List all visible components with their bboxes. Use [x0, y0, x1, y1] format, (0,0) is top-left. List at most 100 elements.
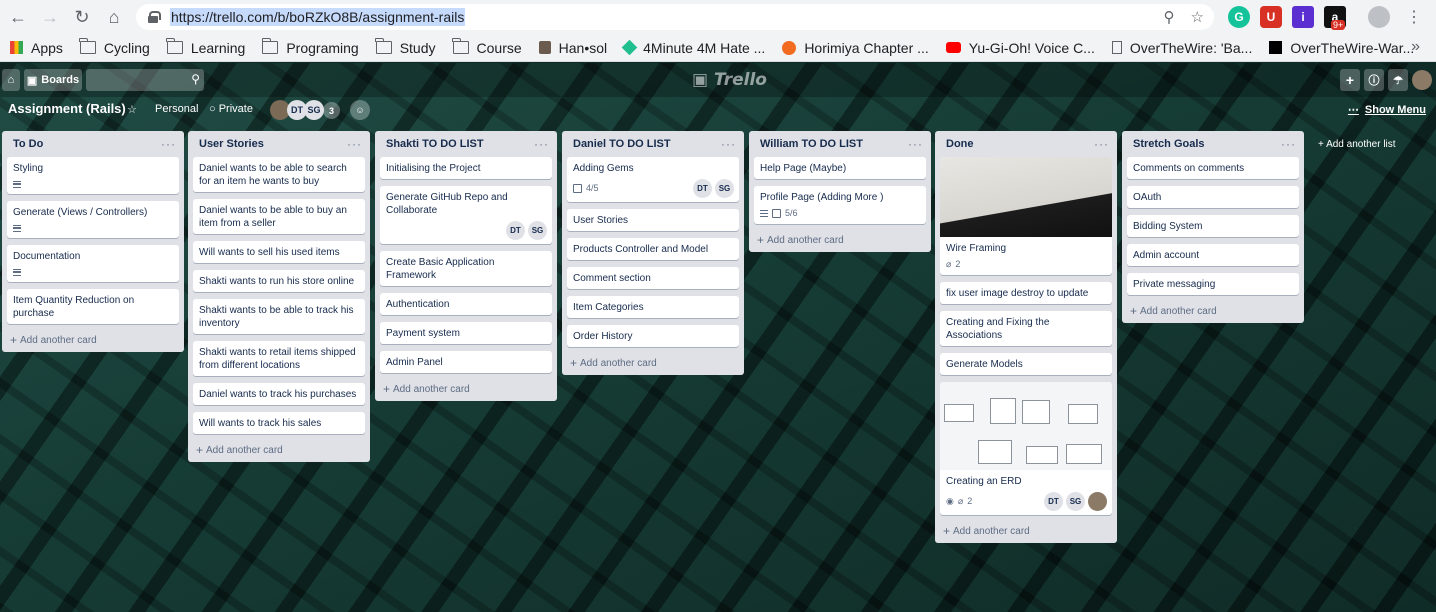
show-menu-link[interactable]: ⋯ Show Menu [1348, 103, 1426, 116]
bookmark-horimiya[interactable]: Horimiya Chapter ... [782, 40, 929, 56]
add-card-button[interactable]: + Add another card [7, 328, 179, 352]
zoom-icon[interactable]: ⚲ [1164, 8, 1175, 26]
member-avatar-sg[interactable]: SG [304, 100, 324, 120]
bookmark-study[interactable]: Study [375, 38, 436, 56]
back-icon[interactable]: ← [2, 1, 34, 33]
add-card-button[interactable]: + Add another card [754, 228, 926, 252]
bookmarks-more-icon[interactable]: » [1411, 38, 1420, 56]
forward-icon[interactable]: → [34, 1, 66, 33]
card[interactable]: Private messaging [1127, 273, 1299, 295]
list-menu-icon[interactable]: ··· [908, 137, 923, 151]
trello-logo[interactable]: ▣ Trello [692, 70, 767, 90]
bookmark-star-icon[interactable]: ☆ [1191, 8, 1204, 26]
user-avatar[interactable] [1412, 70, 1432, 90]
bookmark-course[interactable]: Course [452, 38, 522, 56]
card[interactable]: Generate (Views / Controllers) [7, 201, 179, 238]
card[interactable]: OAuth [1127, 186, 1299, 208]
visibility-button[interactable]: ○ Private [209, 103, 253, 115]
card[interactable]: Payment system [380, 322, 552, 344]
star-icon[interactable]: ☆ [127, 103, 137, 116]
invite-member-icon[interactable]: ☺ [350, 100, 370, 120]
notifications-bell-icon[interactable]: ☂ [1388, 69, 1408, 91]
board-search-input[interactable]: ⚲ [86, 69, 204, 91]
card[interactable]: Shakti wants to retail items shipped fro… [193, 341, 365, 376]
list-title[interactable]: Done [946, 138, 974, 150]
list-title[interactable]: Stretch Goals [1133, 138, 1205, 150]
list-title[interactable]: William TO DO LIST [760, 138, 863, 150]
create-button[interactable]: + [1340, 69, 1360, 91]
add-card-button[interactable]: + Add another card [1127, 299, 1299, 323]
bookmark-yugioh[interactable]: Yu-Gi-Oh! Voice C... [945, 40, 1095, 56]
card[interactable]: fix user image destroy to update [940, 282, 1112, 304]
team-button[interactable]: Personal [155, 103, 198, 115]
adblock-extension-icon[interactable]: U [1260, 6, 1282, 28]
card-member-avatar[interactable]: DT [506, 221, 525, 240]
card-member-avatar-photo[interactable] [1088, 492, 1107, 511]
home-icon[interactable]: ⌂ [98, 1, 130, 33]
add-card-button[interactable]: + Add another card [380, 377, 552, 401]
card[interactable]: Adding Gems 4/5 DT SG [567, 157, 739, 202]
bookmark-overthewire-wargames[interactable]: OverTheWire-War... [1269, 40, 1414, 56]
card-member-avatar[interactable]: DT [1044, 492, 1063, 511]
card[interactable]: Styling [7, 157, 179, 194]
card-member-avatar[interactable]: SG [528, 221, 547, 240]
card[interactable]: Admin account [1127, 244, 1299, 266]
info-button[interactable]: ⓘ [1364, 69, 1384, 91]
browser-menu-icon[interactable]: ⋮ [1406, 7, 1422, 27]
card[interactable]: Item Quantity Reduction on purchase [7, 289, 179, 324]
card[interactable]: Wire Framing ⌀ 2 [940, 157, 1112, 275]
bookmark-apps[interactable]: Apps [10, 40, 63, 56]
card[interactable]: Documentation [7, 245, 179, 282]
card[interactable]: Authentication [380, 293, 552, 315]
card[interactable]: Generate GitHub Repo and Collaborate DT SG [380, 186, 552, 244]
card[interactable]: Profile Page (Adding More ) 5/6 [754, 186, 926, 224]
card[interactable]: Creating an ERD ◉ ⌀ 2 DT SG [940, 382, 1112, 515]
add-card-button[interactable]: + Add another card [193, 438, 365, 462]
card[interactable]: Products Controller and Model [567, 238, 739, 260]
list-menu-icon[interactable]: ··· [1281, 137, 1296, 151]
reload-icon[interactable]: ↻ [66, 1, 98, 33]
card[interactable]: Bidding System [1127, 215, 1299, 237]
grammarly-extension-icon[interactable]: G [1228, 6, 1250, 28]
card[interactable]: User Stories [567, 209, 739, 231]
add-list-button[interactable]: + Add another list [1318, 139, 1396, 150]
list-menu-icon[interactable]: ··· [721, 137, 736, 151]
list-menu-icon[interactable]: ··· [161, 137, 176, 151]
card-member-avatar[interactable]: SG [715, 179, 734, 198]
bookmark-programing[interactable]: Programing [261, 38, 359, 56]
bookmark-hansol[interactable]: Han•sol [538, 40, 607, 56]
more-members-count[interactable]: 3 [323, 102, 340, 119]
list-menu-icon[interactable]: ··· [534, 137, 549, 151]
list-menu-icon[interactable]: ··· [347, 137, 362, 151]
bookmark-4minute[interactable]: 4Minute 4M Hate ... [621, 40, 765, 56]
bookmark-learning[interactable]: Learning [166, 38, 245, 56]
card-member-avatar[interactable]: DT [693, 179, 712, 198]
card[interactable]: Daniel wants to track his purchases [193, 383, 365, 405]
card[interactable]: Shakti wants to run his store online [193, 270, 365, 292]
card[interactable]: Creating and Fixing the Associations [940, 311, 1112, 346]
address-bar[interactable]: https://trello.com/b/boRZkO8B/assignment… [136, 4, 1214, 30]
boards-button[interactable]: ▣ Boards [24, 69, 82, 91]
card[interactable]: Shakti wants to be able to track his inv… [193, 299, 365, 334]
board-title[interactable]: Assignment (Rails) [8, 101, 126, 116]
bookmark-cycling[interactable]: Cycling [79, 38, 150, 56]
card[interactable]: Daniel wants to be able to search for an… [193, 157, 365, 192]
card[interactable]: Help Page (Maybe) [754, 157, 926, 179]
card[interactable]: Will wants to sell his used items [193, 241, 365, 263]
card[interactable]: Generate Models [940, 353, 1112, 375]
info-extension-icon[interactable]: i [1292, 6, 1314, 28]
card[interactable]: Will wants to track his sales [193, 412, 365, 434]
list-menu-icon[interactable]: ··· [1094, 137, 1109, 151]
card[interactable]: Daniel wants to be able to buy an item f… [193, 199, 365, 234]
card[interactable]: Admin Panel [380, 351, 552, 373]
list-title[interactable]: Shakti TO DO LIST [386, 138, 484, 150]
list-title[interactable]: User Stories [199, 138, 264, 150]
card[interactable]: Create Basic Application Framework [380, 251, 552, 286]
profile-avatar-icon[interactable] [1368, 6, 1390, 28]
card[interactable]: Item Categories [567, 296, 739, 318]
add-card-button[interactable]: + Add another card [940, 519, 1112, 543]
bookmark-overthewire-bandit[interactable]: OverTheWire: 'Ba... [1111, 40, 1252, 56]
card[interactable]: Order History [567, 325, 739, 347]
add-card-button[interactable]: + Add another card [567, 351, 739, 375]
card[interactable]: Initialising the Project [380, 157, 552, 179]
